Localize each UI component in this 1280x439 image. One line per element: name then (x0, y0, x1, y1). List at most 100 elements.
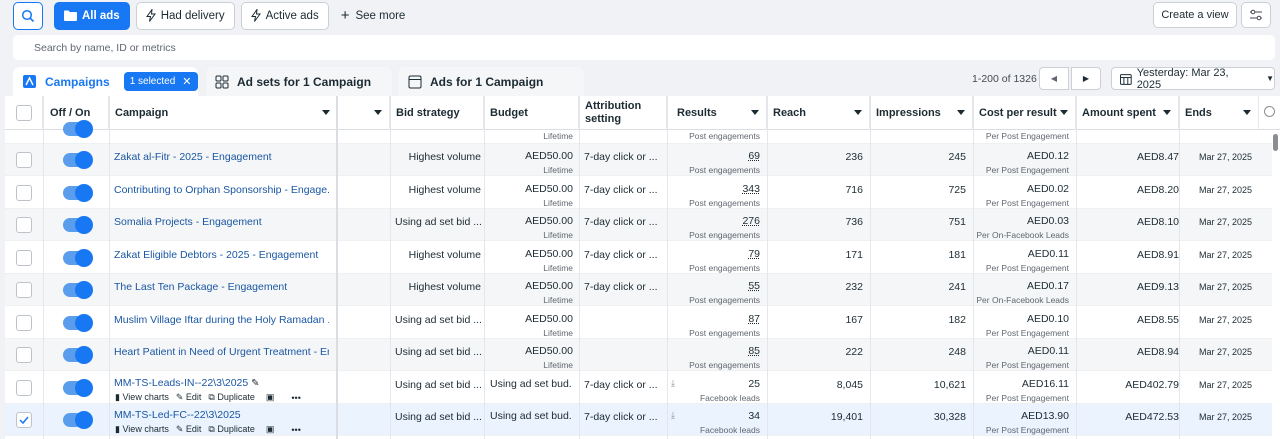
search-toggle-button[interactable] (13, 1, 43, 30)
tab-campaigns[interactable]: Campaigns 1 selected ✕ (13, 67, 198, 96)
selected-count-badge[interactable]: 1 selected ✕ (123, 72, 198, 91)
col-campaign[interactable]: Campaign (109, 96, 338, 130)
vertical-scrollbar[interactable] (1272, 130, 1280, 439)
col-attribution[interactable]: Attribution setting (579, 96, 667, 130)
results-cell[interactable]: 79 Post engagements (668, 248, 760, 273)
delivery-toggle[interactable] (63, 120, 93, 138)
col-impressions[interactable]: Impressions (870, 96, 973, 130)
col-results[interactable]: Results (667, 96, 767, 130)
budget-value: AED50.00 (525, 345, 573, 357)
filter-active-ads[interactable]: Active ads (240, 1, 329, 30)
row-checkbox[interactable] (16, 315, 32, 331)
table-row[interactable]: The Last Ten Package - Engagement Highest… (5, 274, 1272, 306)
campaign-name-link[interactable]: Zakat Eligible Debtors - 2025 - Engageme… (114, 249, 329, 261)
results-cell[interactable]: 69 Post engagements (668, 150, 760, 175)
edit-action[interactable]: ✎ Edit (176, 424, 202, 435)
row-checkbox[interactable] (16, 380, 32, 396)
customize-settings-button[interactable] (1241, 2, 1271, 28)
results-value: 69 (748, 150, 760, 162)
delivery-toggle[interactable] (63, 281, 93, 299)
col-ends[interactable]: Ends (1179, 96, 1259, 130)
table-row[interactable]: MM-TS-Leads-IN--22\3\2025 ✎ ▮ View charts… (5, 372, 1272, 404)
edit-action[interactable]: ✎ Edit (176, 392, 202, 403)
row-checkbox[interactable] (16, 250, 32, 266)
cpr-value: AED16.11 (1021, 378, 1069, 390)
results-cell[interactable]: 25 Facebook leads (668, 378, 760, 403)
delivery-toggle[interactable] (63, 411, 93, 429)
tab-ads[interactable]: Ads for 1 Campaign (398, 67, 584, 96)
results-cell[interactable]: 87 Post engagements (668, 313, 760, 338)
table-row[interactable]: Heart Patient in Need of Urgent Treatmen… (5, 339, 1272, 371)
duplicate-action[interactable]: ⧉ Duplicate (208, 392, 254, 403)
campaign-name-link[interactable]: The Last Ten Package - Engagement (114, 281, 329, 293)
delivery-toggle[interactable] (63, 184, 93, 202)
chevron-down-icon (1243, 110, 1251, 115)
row-checkbox[interactable] (16, 152, 32, 168)
table-row[interactable]: Contributing to Orphan Sponsorship - Eng… (5, 177, 1272, 209)
delivery-toggle[interactable] (63, 314, 93, 332)
select-all-checkbox[interactable] (15, 105, 32, 121)
budget-value: AED50.00 (525, 313, 573, 325)
image-icon[interactable]: ▣ (266, 424, 275, 435)
campaign-name-link[interactable]: Somalia Projects - Engagement (114, 216, 329, 228)
search-input[interactable]: Search by name, ID or metrics (13, 35, 1275, 60)
table-row[interactable]: Muslim Village Iftar during the Holy Ram… (5, 307, 1272, 339)
filter-had-delivery[interactable]: Had delivery (135, 1, 235, 30)
col-cost-per-result[interactable]: Cost per result (973, 96, 1076, 130)
results-cell[interactable]: 343 Post engagements (668, 183, 760, 208)
row-checkbox[interactable] (16, 347, 32, 363)
duplicate-action[interactable]: ⧉ Duplicate (208, 424, 254, 435)
budget-cell: AED50.00 Lifetime (491, 248, 573, 273)
results-cell[interactable]: 55 Post engagements (668, 280, 760, 305)
table-row[interactable]: Zakat Eligible Debtors - 2025 - Engageme… (5, 242, 1272, 274)
col-bid-strategy[interactable]: Bid strategy (390, 96, 484, 130)
create-view-button[interactable]: Create a view (1153, 2, 1237, 28)
campaign-name-link[interactable]: Zakat al-Fitr - 2025 - Engagement (114, 151, 329, 163)
campaign-name-link[interactable]: Muslim Village Iftar during the Holy Ram… (114, 314, 329, 326)
row-checkbox[interactable] (16, 185, 32, 201)
pencil-icon[interactable]: ✎ (251, 378, 259, 389)
image-icon[interactable]: ▣ (266, 392, 275, 403)
clear-selection-icon[interactable]: ✕ (182, 75, 191, 88)
results-value: 343 (742, 183, 760, 195)
campaign-name-link[interactable]: MM-TS-Led-FC--22\3\2025 (114, 409, 329, 421)
table-row[interactable]: Zakat al-Fitr - 2025 - Engagement Highest… (5, 144, 1272, 176)
add-column-icon[interactable] (1264, 106, 1275, 117)
filter-all-ads[interactable]: All ads (54, 1, 130, 30)
table-row[interactable]: Somalia Projects - Engagement Using ad se… (5, 209, 1272, 241)
cpr-sub: Per On-Facebook Leads (976, 295, 1069, 305)
scrollbar-thumb[interactable] (1273, 134, 1278, 151)
results-cell[interactable]: 34 Facebook leads (668, 410, 760, 435)
row-checkbox[interactable] (16, 217, 32, 233)
results-cell[interactable]: 85 Post engagements (668, 345, 760, 370)
duplicate-label: Duplicate (217, 424, 255, 434)
column-divider (484, 96, 485, 439)
col-budget[interactable]: Budget (484, 96, 579, 130)
table-row[interactable]: MM-TS-Led-FC--22\3\2025 ▮ View charts ✎ Ed… (5, 404, 1272, 436)
col-amount-spent[interactable]: Amount spent (1076, 96, 1179, 130)
next-page-button[interactable]: ▶ (1071, 67, 1101, 90)
tab-ad-sets[interactable]: Ad sets for 1 Campaign (206, 67, 392, 96)
col-hidden-dropdown[interactable] (340, 96, 390, 130)
see-more-button[interactable]: + See more (341, 7, 406, 24)
more-actions-button[interactable]: ••• (291, 425, 300, 435)
campaign-name-link[interactable]: Contributing to Orphan Sponsorship - Eng… (114, 184, 329, 196)
delivery-toggle[interactable] (63, 151, 93, 169)
magnifier-icon (21, 9, 35, 22)
delivery-toggle[interactable] (63, 216, 93, 234)
view-charts-action[interactable]: ▮ View charts (115, 424, 169, 435)
more-actions-button[interactable]: ••• (291, 393, 300, 403)
view-charts-action[interactable]: ▮ View charts (115, 392, 169, 403)
row-checkbox[interactable] (16, 282, 32, 298)
delivery-toggle[interactable] (63, 249, 93, 267)
campaign-name-link[interactable]: MM-TS-Leads-IN--22\3\2025 ✎ (114, 377, 329, 389)
previous-page-button[interactable]: ◀ (1039, 67, 1069, 90)
results-cell[interactable]: 276 Post engagements (668, 215, 760, 240)
date-range-picker[interactable]: Yesterday: Mar 23, 2025 ▼ (1111, 67, 1275, 91)
delivery-toggle[interactable] (63, 346, 93, 364)
row-checkbox[interactable] (16, 412, 32, 428)
delivery-toggle[interactable] (63, 379, 93, 397)
col-reach[interactable]: Reach (767, 96, 870, 130)
duplicate-icon: ⧉ (208, 424, 215, 434)
campaign-name-link[interactable]: Heart Patient in Need of Urgent Treatmen… (114, 346, 329, 358)
